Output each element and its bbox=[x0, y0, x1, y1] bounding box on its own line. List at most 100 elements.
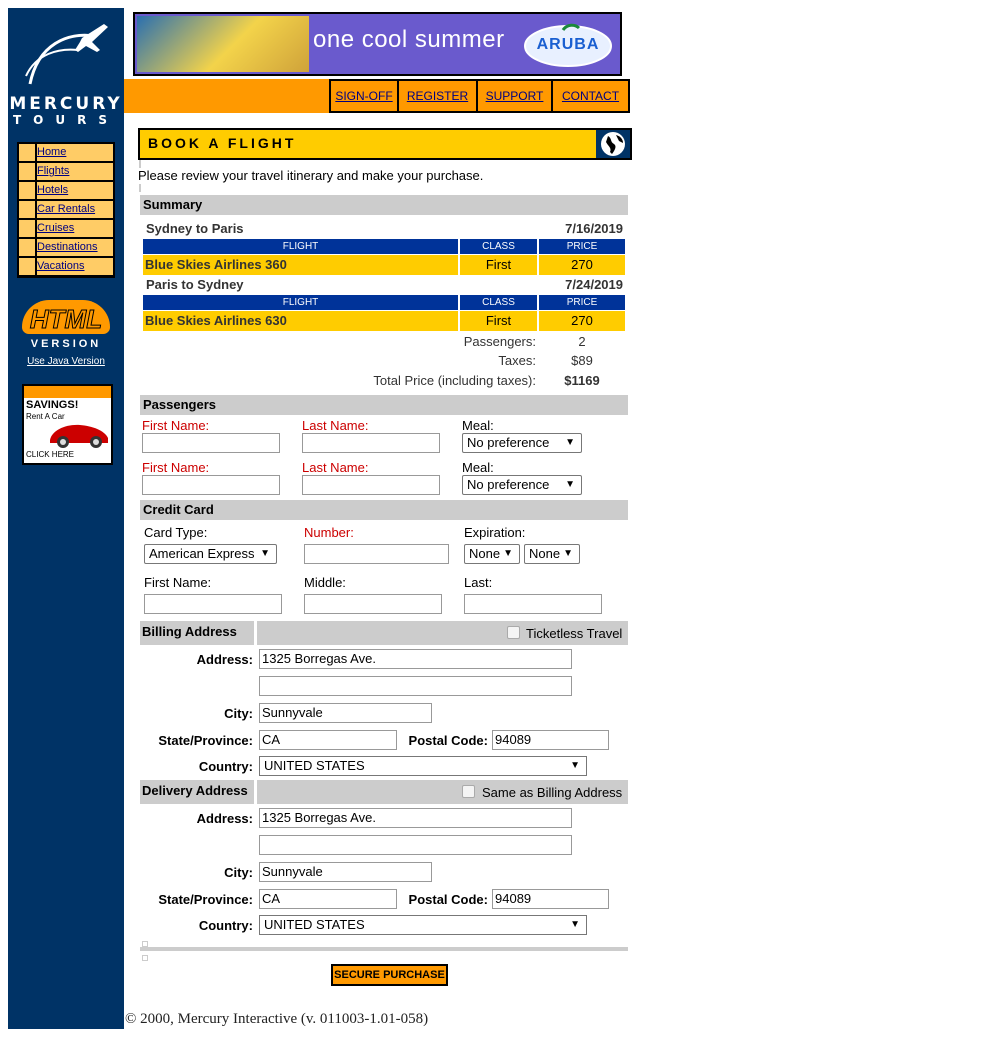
copyright-footer: © 2000, Mercury Interactive (v. 011003-1… bbox=[125, 1011, 429, 1027]
intro-text: Please review your travel itinerary and … bbox=[138, 168, 484, 183]
meal-select[interactable]: No preference ▼ bbox=[462, 433, 582, 453]
contact-link[interactable]: CONTACT bbox=[551, 79, 630, 113]
first-name-label: First Name: bbox=[142, 460, 210, 475]
delivery-address-label: Address: bbox=[196, 811, 253, 826]
expiration-year-select[interactable]: None ▼ bbox=[524, 544, 580, 564]
logo-subwordmark: TOURS bbox=[12, 113, 119, 127]
dropdown-arrow-icon: ▼ bbox=[570, 760, 580, 771]
sidebar-item-label[interactable]: Flights bbox=[37, 163, 113, 180]
first-name-label: First Name: bbox=[142, 418, 210, 433]
summary-header: Summary bbox=[140, 195, 628, 215]
column-header-price: PRICE bbox=[539, 295, 625, 310]
sidebar-item-flights[interactable]: Flights bbox=[19, 163, 113, 180]
exp-month-value: None bbox=[469, 546, 501, 561]
delivery-address-header: Delivery Address bbox=[140, 780, 254, 804]
same-as-billing-checkbox[interactable] bbox=[462, 785, 475, 798]
sidebar-item-car-rentals[interactable]: Car Rentals bbox=[19, 201, 113, 218]
column-header-class: CLASS bbox=[460, 295, 537, 310]
sidebar-item-vacations[interactable]: Vacations bbox=[19, 258, 113, 275]
column-header-flight: FLIGHT bbox=[143, 239, 458, 254]
delivery-address-line1-input[interactable]: 1325 Borregas Ave. bbox=[259, 808, 572, 828]
passenger-last-name-input[interactable] bbox=[302, 433, 440, 453]
sidebar-item-cruises[interactable]: Cruises bbox=[19, 220, 113, 237]
billing-country-select[interactable]: UNITED STATES ▼ bbox=[259, 756, 587, 776]
billing-address-label: Address: bbox=[196, 652, 253, 667]
promo-banner[interactable]: one cool summer ARUBA bbox=[133, 12, 622, 76]
total-price-value: $1169 bbox=[564, 373, 600, 388]
register-link[interactable]: REGISTER bbox=[397, 79, 478, 113]
billing-state-input[interactable]: CA bbox=[259, 730, 397, 750]
passenger-last-name-input[interactable] bbox=[302, 475, 440, 495]
meal-label: Meal: bbox=[462, 460, 494, 475]
column-header-price: PRICE bbox=[539, 239, 625, 254]
leg-route: Paris to Sydney bbox=[146, 277, 244, 292]
billing-address-line1-input[interactable]: 1325 Borregas Ave. bbox=[259, 649, 572, 669]
top-nav-bar: SIGN-OFF REGISTER SUPPORT CONTACT bbox=[124, 79, 630, 113]
sidebar-item-label[interactable]: Cruises bbox=[37, 220, 113, 237]
class-cell: First bbox=[460, 311, 537, 331]
expiration-month-select[interactable]: None ▼ bbox=[464, 544, 520, 564]
delivery-city-input[interactable]: Sunnyvale bbox=[259, 862, 432, 882]
car-icon bbox=[50, 424, 108, 448]
sidebar-item-label[interactable]: Home bbox=[37, 144, 113, 161]
card-type-select[interactable]: American Express ▼ bbox=[144, 544, 277, 564]
sidebar-item-label[interactable]: Car Rentals bbox=[37, 201, 113, 218]
billing-postal-input[interactable]: 94089 bbox=[492, 730, 609, 750]
exp-year-value: None bbox=[529, 546, 561, 561]
sidebar-item-destinations[interactable]: Destinations bbox=[19, 239, 113, 256]
sidebar-item-home[interactable]: Home bbox=[19, 144, 113, 161]
left-sidebar: MERCURY TOURS Home Flights Hotels Car Re… bbox=[8, 8, 124, 1029]
dropdown-arrow-icon: ▼ bbox=[570, 919, 580, 930]
dropdown-arrow-icon: ▼ bbox=[563, 548, 573, 559]
delivery-state-label: State/Province: bbox=[158, 892, 253, 907]
card-last-name-input[interactable] bbox=[464, 594, 602, 614]
logo-wordmark: MERCURY bbox=[9, 94, 123, 114]
delivery-country-value: UNITED STATES bbox=[264, 917, 365, 932]
delivery-postal-input[interactable]: 94089 bbox=[492, 889, 609, 909]
leg-date: 7/16/2019 bbox=[565, 221, 623, 236]
delivery-city-label: City: bbox=[224, 865, 253, 880]
mercury-tours-logo[interactable]: MERCURY TOURS bbox=[8, 14, 124, 134]
sidebar-item-label[interactable]: Vacations bbox=[37, 258, 113, 275]
signoff-link[interactable]: SIGN-OFF bbox=[329, 79, 399, 113]
globe-icon bbox=[596, 130, 630, 158]
billing-address-header: Billing Address bbox=[140, 621, 254, 645]
delivery-country-label: Country: bbox=[198, 918, 253, 933]
delivery-country-select[interactable]: UNITED STATES ▼ bbox=[259, 915, 587, 935]
card-first-name-input[interactable] bbox=[144, 594, 282, 614]
card-last-name-label: Last: bbox=[464, 575, 493, 590]
spacer-image bbox=[142, 955, 148, 961]
secure-purchase-button[interactable]: SECURE PURCHASE bbox=[331, 964, 448, 986]
delivery-state-input[interactable]: CA bbox=[259, 889, 397, 909]
ticketless-travel-checkbox[interactable] bbox=[507, 626, 520, 639]
class-cell: First bbox=[460, 255, 537, 275]
leg-date: 7/24/2019 bbox=[565, 277, 623, 292]
delivery-address-line2-input[interactable] bbox=[259, 835, 572, 855]
card-first-name-label: First Name: bbox=[144, 575, 212, 590]
billing-address-line2-input[interactable] bbox=[259, 676, 572, 696]
billing-state-label: State/Province: bbox=[158, 733, 253, 748]
billing-city-input[interactable]: Sunnyvale bbox=[259, 703, 432, 723]
spacer-image bbox=[139, 184, 141, 192]
meal-label: Meal: bbox=[462, 418, 494, 433]
flight-cell: Blue Skies Airlines 630 bbox=[143, 311, 458, 331]
billing-options-bar: Ticketless Travel bbox=[257, 621, 628, 645]
meal-select[interactable]: No preference ▼ bbox=[462, 475, 582, 495]
passenger-first-name-input[interactable] bbox=[142, 475, 280, 495]
spacer-image bbox=[139, 160, 141, 168]
section-divider bbox=[140, 947, 628, 951]
sidebar-item-hotels[interactable]: Hotels bbox=[19, 182, 113, 199]
support-link[interactable]: SUPPORT bbox=[476, 79, 553, 113]
sidebar-item-label[interactable]: Destinations bbox=[37, 239, 113, 256]
card-number-input[interactable] bbox=[304, 544, 449, 564]
billing-postal-label: Postal Code: bbox=[408, 733, 488, 748]
banner-text: one cool summer bbox=[313, 26, 505, 53]
html-badge-title: HTML bbox=[29, 304, 103, 335]
passenger-first-name-input[interactable] bbox=[142, 433, 280, 453]
java-version-link[interactable]: Use Java Version bbox=[8, 356, 124, 367]
rent-a-car-ad[interactable]: SAVINGS! Rent A Car CLICK HERE bbox=[22, 384, 113, 465]
sidebar-item-label[interactable]: Hotels bbox=[37, 182, 113, 199]
meal-select-value: No preference bbox=[467, 435, 550, 450]
passengers-count-label: Passengers: bbox=[463, 334, 536, 349]
card-middle-name-input[interactable] bbox=[304, 594, 442, 614]
